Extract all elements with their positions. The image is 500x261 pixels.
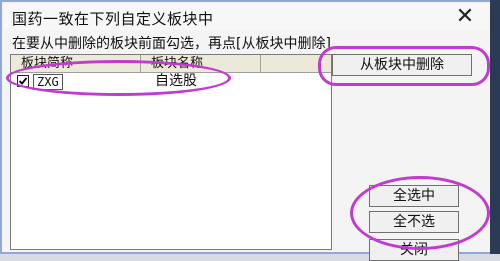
checkmark-icon xyxy=(18,77,28,85)
list-header: 板块简称 板块名称 xyxy=(11,55,331,73)
block-list[interactable]: 板块简称 板块名称 ZXG 自选股 xyxy=(10,54,332,250)
column-header-name[interactable]: 板块名称 xyxy=(141,55,261,72)
close-button[interactable]: 关闭 xyxy=(369,239,459,261)
select-all-button[interactable]: 全选中 xyxy=(369,185,459,207)
table-row[interactable]: ZXG 自选股 xyxy=(11,73,331,90)
title-bar[interactable]: 国药一致在下列自定义板块中 ✕ xyxy=(4,4,496,30)
instruction-text: 在要从中删除的板块前面勾选，再点[从板块中删除] xyxy=(12,36,331,52)
block-name-cell: 自选股 xyxy=(155,73,197,89)
background-edge xyxy=(490,0,500,254)
dialog-window: 国药一致在下列自定义板块中 ✕ 在要从中删除的板块前面勾选，再点[从板块中删除]… xyxy=(0,0,500,261)
row-checkbox[interactable] xyxy=(17,75,29,87)
column-header-code[interactable]: 板块简称 xyxy=(11,55,141,72)
window-title: 国药一致在下列自定义板块中 xyxy=(12,10,214,28)
close-icon[interactable]: ✕ xyxy=(454,6,476,28)
block-code-cell: ZXG xyxy=(33,74,63,90)
select-none-button[interactable]: 全不选 xyxy=(369,211,459,233)
delete-from-block-button[interactable]: 从板块中删除 xyxy=(332,54,472,76)
